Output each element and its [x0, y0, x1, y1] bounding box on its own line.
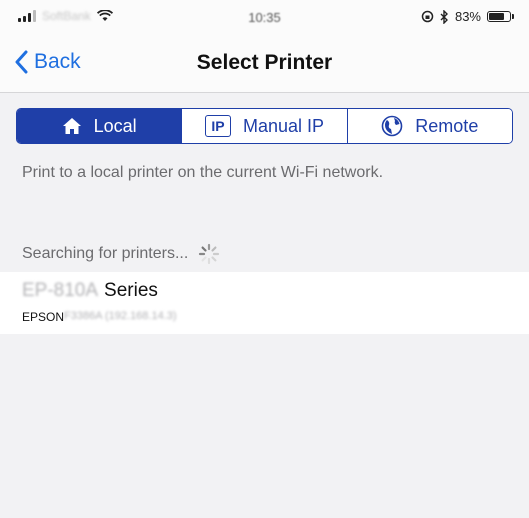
globe-icon	[381, 115, 403, 137]
printer-name: EP-810A Series	[22, 280, 158, 302]
loading-spinner-icon	[199, 243, 220, 265]
printer-address: F3386A (192.168.14.3)	[64, 310, 177, 322]
printer-series: Series	[104, 280, 158, 301]
ip-icon: IP	[204, 115, 231, 137]
tab-remote[interactable]: Remote	[346, 109, 512, 143]
rotation-lock-icon	[421, 10, 434, 23]
tab-remote-label: Remote	[415, 115, 479, 136]
page-title: Select Printer	[196, 51, 333, 74]
home-icon	[62, 118, 81, 134]
status-bar: SoftBank 10:35 83%	[0, 0, 529, 38]
searching-indicator: Searching for printers...	[22, 243, 220, 265]
tab-local[interactable]: Local	[17, 109, 182, 143]
navigation-bar: Back Select Printer	[0, 38, 529, 93]
printer-list-item[interactable]: EP-810A Series EPSON F3386A (192.168.14.…	[0, 272, 529, 334]
battery-icon	[487, 11, 514, 22]
segmented-control: Local IP Manual IP Remote	[16, 108, 513, 144]
printer-model: EP-810A	[22, 280, 99, 301]
searching-label: Searching for printers...	[22, 245, 189, 262]
status-right: 83%	[421, 9, 514, 24]
battery-level	[489, 13, 504, 20]
printer-vendor: EPSON	[22, 310, 65, 324]
bluetooth-icon	[440, 9, 448, 24]
printer-detail: EPSON F3386A (192.168.14.3)	[22, 310, 177, 324]
description-text: Print to a local printer on the current …	[22, 164, 384, 181]
tab-manual-ip-label: Manual IP	[242, 115, 325, 136]
tab-manual-ip[interactable]: IP Manual IP	[181, 109, 347, 143]
battery-percent: 83%	[454, 9, 481, 24]
tab-local-label: Local	[93, 115, 137, 136]
tab-bar-container: Local IP Manual IP Remote	[0, 93, 529, 157]
app-screen: SoftBank 10:35 83% Back Select Printer L…	[0, 0, 529, 518]
